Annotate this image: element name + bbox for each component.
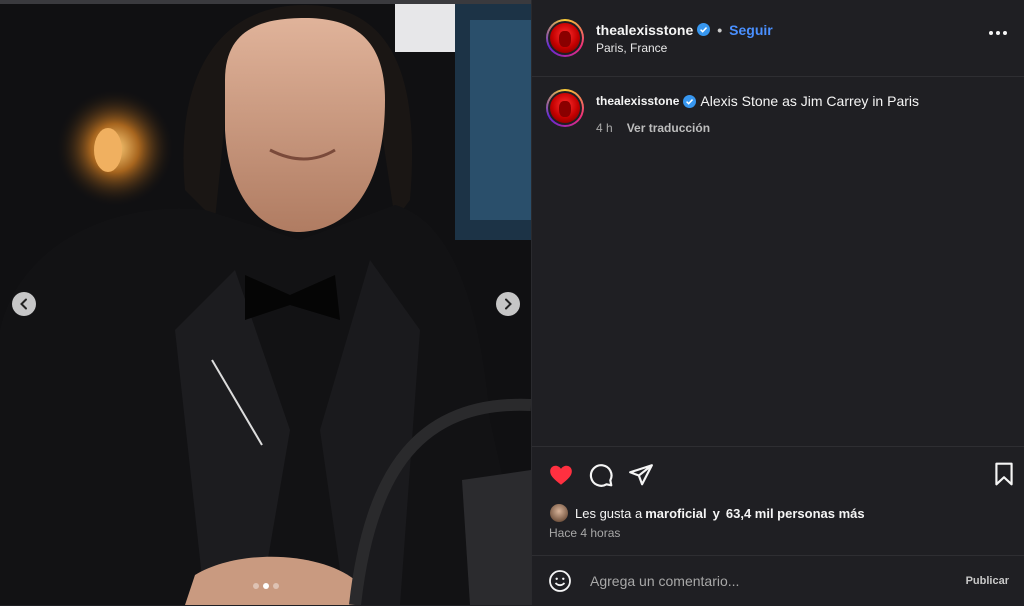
caption-avatar[interactable] xyxy=(546,89,584,127)
carousel-dots xyxy=(252,583,279,589)
more-icon xyxy=(1003,31,1007,35)
likes-summary[interactable]: Les gusta a maroficial y 63,4 mil person… xyxy=(549,503,868,523)
more-options-button[interactable] xyxy=(985,27,1011,39)
caption-time[interactable]: 4 h xyxy=(596,121,613,135)
post-photo xyxy=(0,0,531,605)
post-caption: thealexisstone Alexis Stone as Jim Carre… xyxy=(532,77,1024,147)
more-icon xyxy=(996,31,1000,35)
comment-input[interactable] xyxy=(588,572,966,590)
likes-prefix: Les gusta a xyxy=(575,505,643,521)
chevron-left-icon xyxy=(20,298,27,310)
like-button[interactable] xyxy=(548,462,574,488)
separator-dot: • xyxy=(717,21,723,38)
carousel-dot-active xyxy=(262,583,269,589)
emoji-icon[interactable] xyxy=(548,569,572,593)
verified-icon xyxy=(683,94,697,108)
comment-bar: Publicar xyxy=(532,555,1024,606)
liker-avatar xyxy=(549,503,569,523)
carousel-prev-button[interactable] xyxy=(12,292,36,316)
post-timestamp[interactable]: Hace 4 horas xyxy=(549,526,620,540)
post-header: thealexisstone • Seguir Paris, France xyxy=(532,0,1024,77)
likes-others[interactable]: 63,4 mil personas más xyxy=(726,506,865,521)
author-avatar[interactable] xyxy=(546,19,584,57)
author-username[interactable]: thealexisstone xyxy=(596,22,693,38)
caption-username[interactable]: thealexisstone xyxy=(596,94,679,108)
post-details-panel: thealexisstone • Seguir Paris, France th… xyxy=(531,0,1024,605)
publish-button[interactable]: Publicar xyxy=(966,575,1009,587)
post-location[interactable]: Paris, France xyxy=(596,41,773,55)
heart-icon xyxy=(550,465,572,485)
post-image[interactable] xyxy=(0,0,531,605)
more-icon xyxy=(989,31,993,35)
caption-text: Alexis Stone as Jim Carrey in Paris xyxy=(700,93,920,109)
share-icon xyxy=(629,463,653,485)
carousel-dot xyxy=(252,583,259,589)
share-button[interactable] xyxy=(628,462,654,488)
chevron-right-icon xyxy=(505,298,512,310)
follow-button[interactable]: Seguir xyxy=(729,22,773,38)
likes-conjunction: y xyxy=(712,505,720,521)
save-button[interactable] xyxy=(991,461,1017,487)
avatar-image xyxy=(550,93,580,123)
bookmark-icon xyxy=(995,462,1013,486)
carousel-next-button[interactable] xyxy=(496,292,520,316)
liker-username[interactable]: maroficial xyxy=(645,506,706,521)
comment-icon xyxy=(589,463,613,487)
avatar-image xyxy=(550,23,580,53)
carousel-dot xyxy=(272,583,279,589)
translate-button[interactable]: Ver traducción xyxy=(627,121,710,135)
verified-icon xyxy=(697,23,711,36)
post-actions xyxy=(532,446,1024,502)
comment-button[interactable] xyxy=(588,462,614,488)
